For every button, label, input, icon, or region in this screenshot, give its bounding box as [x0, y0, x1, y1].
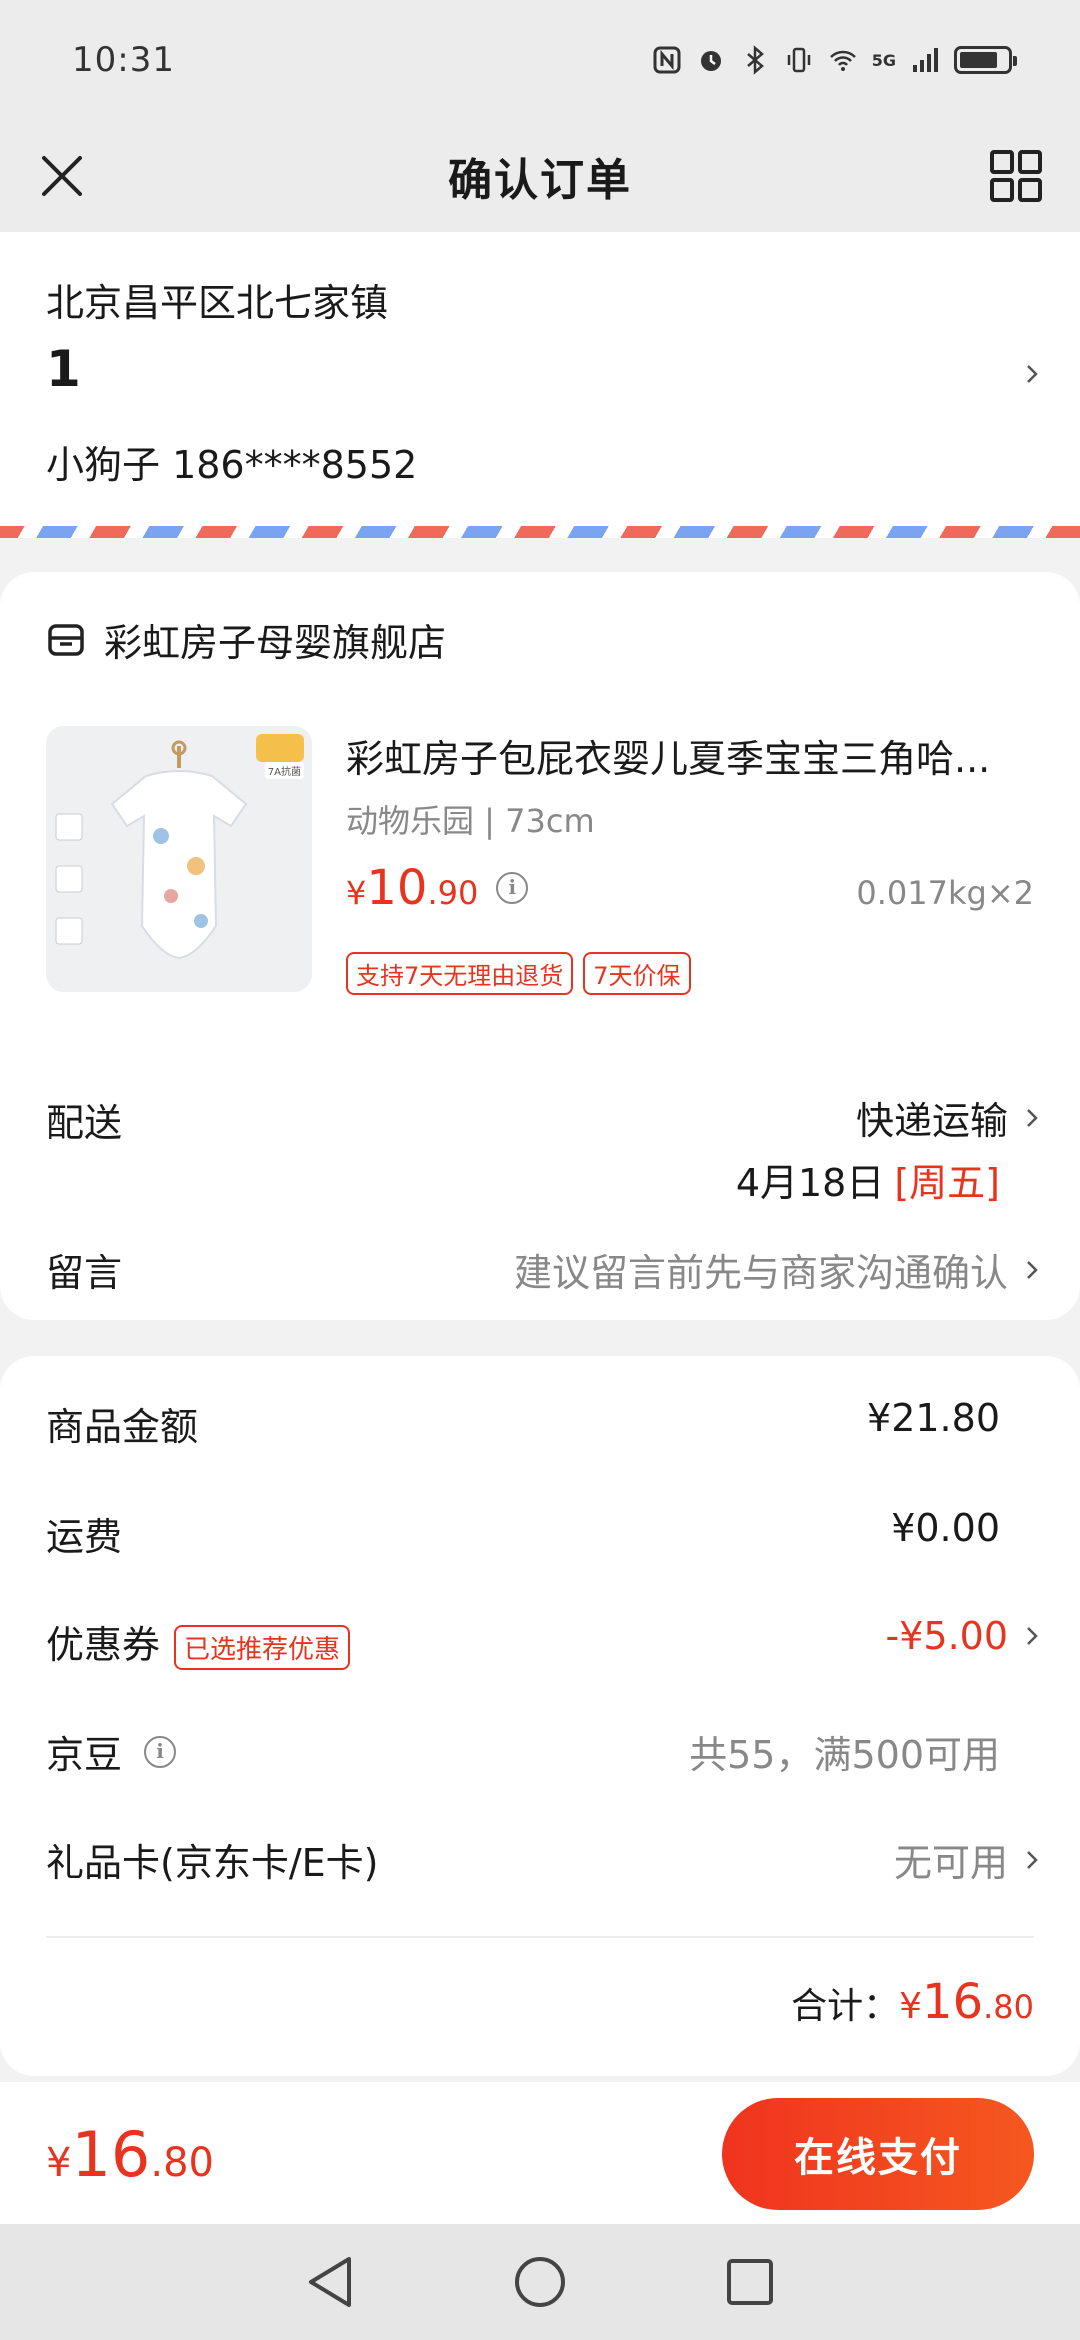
shop-icon — [48, 623, 84, 656]
coupon-value: -¥5.00 — [885, 1614, 1009, 1658]
airmail-border — [0, 526, 1080, 538]
product-title[interactable]: 彩虹房子包屁衣婴儿夏季宝宝三角哈... — [346, 728, 1036, 783]
shop-name: 彩虹房子母婴旗舰店 — [104, 621, 447, 665]
close-button[interactable] — [30, 144, 94, 208]
price-summary-card: 商品金额 ¥21.80 运费 ¥0.00 优惠券 已选推荐优惠 -¥5.00 京豆… — [0, 1356, 1080, 2076]
status-icons: 5G — [652, 45, 1017, 75]
vibrate-icon — [787, 47, 810, 73]
home-button[interactable] — [510, 2252, 570, 2312]
product-image[interactable]: 7A抗菌 — [46, 726, 312, 992]
chevron-right-icon — [1027, 1108, 1038, 1127]
page-header: 确认订单 — [0, 120, 1080, 232]
page-title: 确认订单 — [448, 155, 632, 206]
product-price: ¥ 10 .90 i — [346, 860, 529, 916]
delivery-date: 4月18日 [周五] — [736, 1152, 1000, 1207]
home-circle-icon — [515, 2257, 565, 2307]
pay-bar: ¥ 16 .80 在线支付 — [0, 2082, 1080, 2224]
address-region: 北京昌平区北七家镇 — [46, 281, 389, 325]
coupon-tag: 已选推荐优惠 — [174, 1625, 351, 1670]
shop-header[interactable]: 彩虹房子母婴旗舰店 — [46, 612, 446, 667]
pay-total: ¥ 16 .80 — [46, 2118, 214, 2191]
nfc-icon — [653, 46, 681, 74]
address-detail: 1 — [46, 340, 81, 398]
wifi-icon — [829, 50, 856, 71]
price-currency: ¥ — [346, 874, 367, 912]
product-image-badge: 7A抗菌 — [264, 762, 304, 779]
pay-integer: 16 — [71, 2118, 151, 2191]
giftcard-value: 无可用 — [893, 1841, 1008, 1885]
service-tags: 支持7天无理由退货 7天价保 — [346, 952, 691, 995]
shipping-value: ¥0.00 — [891, 1506, 1000, 1550]
delivery-method[interactable]: 快递运输 — [856, 1090, 1046, 1145]
giftcard-value-group[interactable]: 无可用 — [894, 1832, 1046, 1887]
chevron-right-icon — [1027, 365, 1038, 383]
delivery-method-text: 快递运输 — [855, 1099, 1008, 1143]
chevron-right-icon — [1027, 1627, 1038, 1645]
price-protect-tag: 7天价保 — [583, 952, 691, 995]
grid-icon — [990, 150, 1042, 202]
recents-square-icon — [727, 2259, 773, 2305]
goods-amount-value: ¥21.80 — [867, 1396, 1000, 1440]
status-bar: 10:31 5G — [0, 0, 1080, 120]
message-input[interactable]: 建议留言前先与商家沟通确认 — [514, 1242, 1046, 1297]
system-nav-bar — [0, 2224, 1080, 2340]
message-placeholder: 建议留言前先与商家沟通确认 — [513, 1251, 1008, 1295]
total-integer: 16 — [922, 1974, 984, 2030]
price-integer: 10 — [366, 860, 428, 916]
total-label: 合计： — [791, 1986, 900, 2027]
jingdou-label: 京豆 — [46, 1733, 123, 1777]
jingdou-row: 京豆 i — [46, 1724, 177, 1779]
shop-card: 彩虹房子母婴旗舰店 7A抗菌 彩虹房子包屁衣婴儿夏季宝宝三角哈... 动物乐园 … — [0, 572, 1080, 1320]
alarm-icon — [700, 51, 721, 71]
address-card[interactable]: 北京昌平区北七家镇 1 小狗子 186****8552 — [0, 232, 1080, 538]
status-time: 10:31 — [72, 40, 175, 80]
shipping-label: 运费 — [46, 1515, 123, 1559]
network-label: 5G — [871, 50, 896, 70]
signal-icon — [913, 48, 938, 72]
price-info-icon[interactable]: i — [496, 872, 529, 904]
bluetooth-icon — [746, 45, 764, 75]
pay-currency: ¥ — [46, 2140, 72, 2186]
coupon-row[interactable]: 优惠券 已选推荐优惠 — [46, 1614, 351, 1670]
close-icon — [42, 156, 82, 196]
total-row: 合计： ¥ 16 .80 — [791, 1974, 1034, 2030]
giftcard-label: 礼品卡(京东卡/E卡) — [46, 1841, 379, 1885]
pay-decimal: .80 — [150, 2140, 214, 2186]
delivery-date-text: 4月18日 — [735, 1161, 885, 1205]
delivery-label: 配送 — [46, 1101, 123, 1145]
back-button[interactable] — [300, 2252, 360, 2312]
goods-amount-label: 商品金额 — [46, 1405, 199, 1449]
address-contact: 小狗子 186****8552 — [46, 443, 418, 487]
jingdou-value: 共55，满500可用 — [689, 1733, 1000, 1777]
coupon-label: 优惠券 — [46, 1623, 161, 1667]
product-weight: 0.017kg×2 — [856, 874, 1034, 912]
delivery-weekday: [周五] — [894, 1161, 1000, 1205]
coupon-value-group[interactable]: -¥5.00 — [886, 1614, 1047, 1658]
back-triangle-icon — [309, 2257, 351, 2307]
jingdou-info-icon[interactable]: i — [144, 1735, 177, 1768]
recents-button[interactable] — [720, 2252, 780, 2312]
total-decimal: .80 — [983, 1988, 1034, 2026]
price-decimal: .90 — [427, 874, 479, 912]
total-currency: ¥ — [899, 1986, 923, 2027]
product-spec[interactable]: 动物乐园 | 73cm — [346, 796, 595, 842]
chevron-right-icon — [1027, 1850, 1038, 1869]
menu-grid-button[interactable] — [982, 142, 1050, 210]
message-label: 留言 — [46, 1251, 123, 1295]
battery-icon — [954, 46, 1017, 74]
chevron-right-icon — [1027, 1260, 1038, 1279]
divider — [46, 1936, 1034, 1938]
pay-online-button[interactable]: 在线支付 — [722, 2098, 1034, 2210]
return-policy-tag: 支持7天无理由退货 — [346, 952, 574, 995]
